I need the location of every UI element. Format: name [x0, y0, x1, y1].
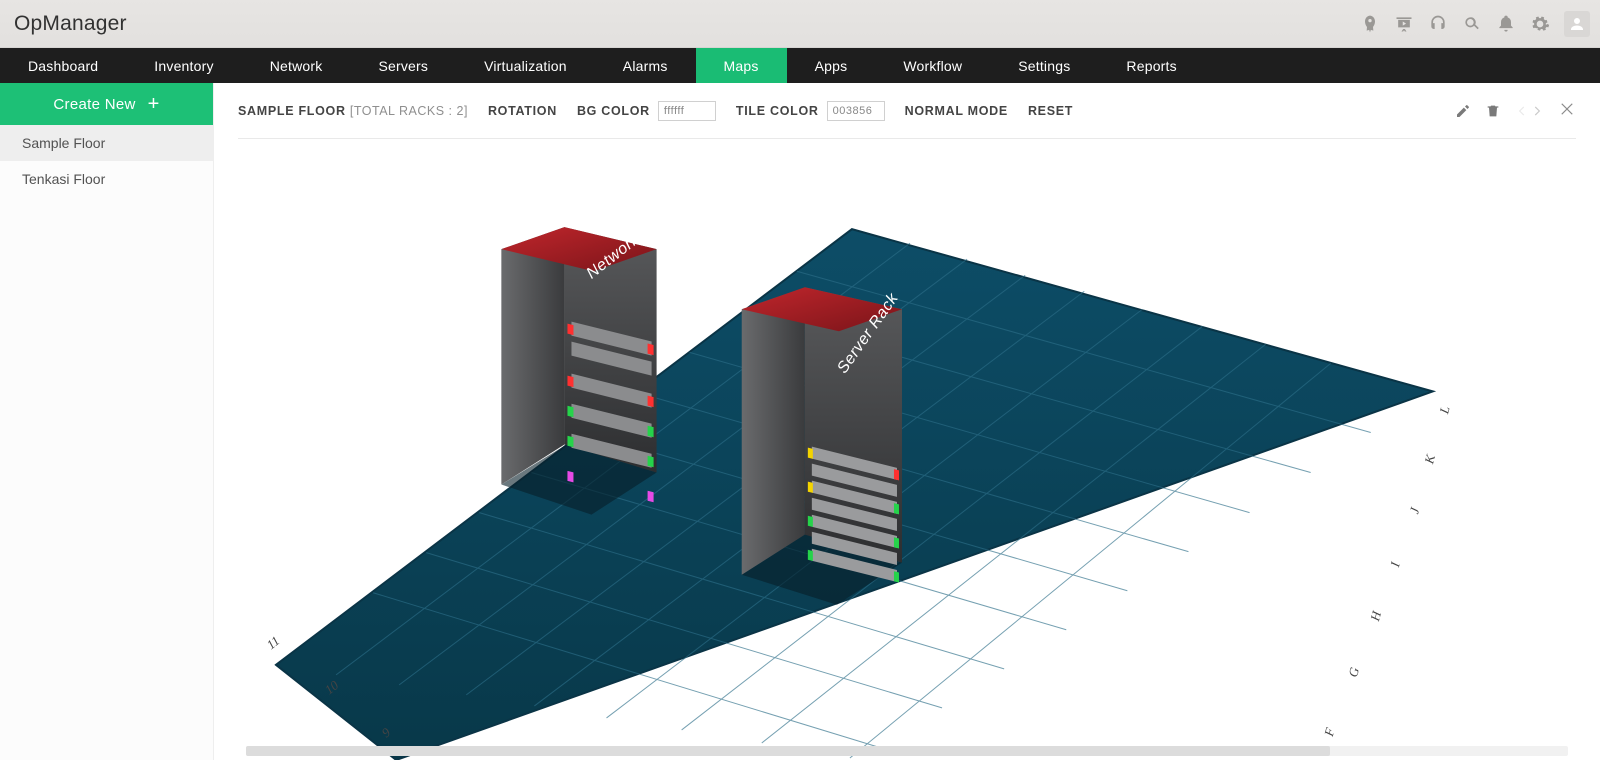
topbar-icons	[1360, 11, 1590, 37]
nav-network[interactable]: Network	[242, 48, 351, 83]
floor-title: SAMPLE FLOOR [TOTAL RACKS : 2]	[238, 104, 468, 118]
avatar[interactable]	[1564, 11, 1590, 37]
rocket-icon[interactable]	[1360, 14, 1380, 34]
rotation-button[interactable]: ROTATION	[488, 104, 557, 118]
col-label-I: I	[1387, 560, 1403, 570]
gear-icon[interactable]	[1530, 14, 1550, 34]
create-new-label: Create New	[53, 96, 135, 113]
reset-button[interactable]: RESET	[1028, 104, 1073, 118]
bgcolor-control: BG COLOR	[577, 101, 716, 121]
floor-name: SAMPLE FLOOR	[238, 104, 346, 118]
col-label-F: F	[1321, 725, 1338, 739]
nav-alarms[interactable]: Alarms	[595, 48, 696, 83]
col-label-H: H	[1367, 609, 1384, 624]
col-label-L: L	[1436, 404, 1453, 416]
nav-prev-next	[1515, 104, 1544, 118]
racks-count: [TOTAL RACKS : 2]	[350, 104, 468, 118]
sidebar-item-tenkasi-floor[interactable]: Tenkasi Floor	[0, 161, 213, 197]
edit-icon[interactable]	[1455, 103, 1471, 119]
nav-maps[interactable]: Maps	[696, 48, 787, 83]
floor-toolbar: SAMPLE FLOOR [TOTAL RACKS : 2] ROTATION …	[238, 83, 1576, 139]
nav-virtualization[interactable]: Virtualization	[456, 48, 595, 83]
nav-dashboard[interactable]: Dashboard	[0, 48, 126, 83]
main-nav: Dashboard Inventory Network Servers Virt…	[0, 48, 1600, 83]
floor-canvas[interactable]: Network Rack	[238, 139, 1576, 760]
sidebar-item-sample-floor[interactable]: Sample Floor	[0, 125, 213, 161]
col-label-J: J	[1406, 505, 1422, 516]
tilecolor-control: TILE COLOR	[736, 101, 885, 121]
sidebar: Create New + Sample Floor Tenkasi Floor	[0, 83, 214, 760]
rack-server[interactable]: Server Rack	[742, 287, 902, 605]
plus-icon: +	[148, 94, 160, 114]
search-icon[interactable]	[1462, 14, 1482, 34]
tilecolor-input[interactable]	[827, 101, 885, 121]
trash-icon[interactable]	[1485, 103, 1501, 119]
brand-label: OpManager	[14, 12, 127, 36]
nav-settings[interactable]: Settings	[990, 48, 1098, 83]
create-new-button[interactable]: Create New +	[0, 83, 213, 125]
headset-icon[interactable]	[1428, 14, 1448, 34]
nav-inventory[interactable]: Inventory	[126, 48, 241, 83]
chevron-left-icon[interactable]	[1515, 104, 1529, 118]
horizontal-scrollbar[interactable]	[246, 746, 1568, 756]
row-label-11: 11	[264, 633, 283, 652]
close-button[interactable]	[1558, 100, 1576, 121]
scrollbar-thumb[interactable]	[246, 746, 1330, 756]
presentation-icon[interactable]	[1394, 14, 1414, 34]
nav-apps[interactable]: Apps	[787, 48, 876, 83]
chevron-right-icon[interactable]	[1530, 104, 1544, 118]
mode-button[interactable]: NORMAL MODE	[905, 104, 1008, 118]
bell-icon[interactable]	[1496, 14, 1516, 34]
nav-servers[interactable]: Servers	[350, 48, 456, 83]
rack-network[interactable]: Network Rack	[501, 203, 677, 515]
col-label-G: G	[1345, 665, 1362, 679]
col-label-K: K	[1421, 452, 1438, 467]
bgcolor-input[interactable]	[658, 101, 716, 121]
topbar: OpManager	[0, 0, 1600, 48]
nav-reports[interactable]: Reports	[1098, 48, 1204, 83]
nav-workflow[interactable]: Workflow	[875, 48, 990, 83]
tilecolor-label: TILE COLOR	[736, 104, 819, 118]
main-panel: SAMPLE FLOOR [TOTAL RACKS : 2] ROTATION …	[214, 83, 1600, 760]
bgcolor-label: BG COLOR	[577, 104, 650, 118]
